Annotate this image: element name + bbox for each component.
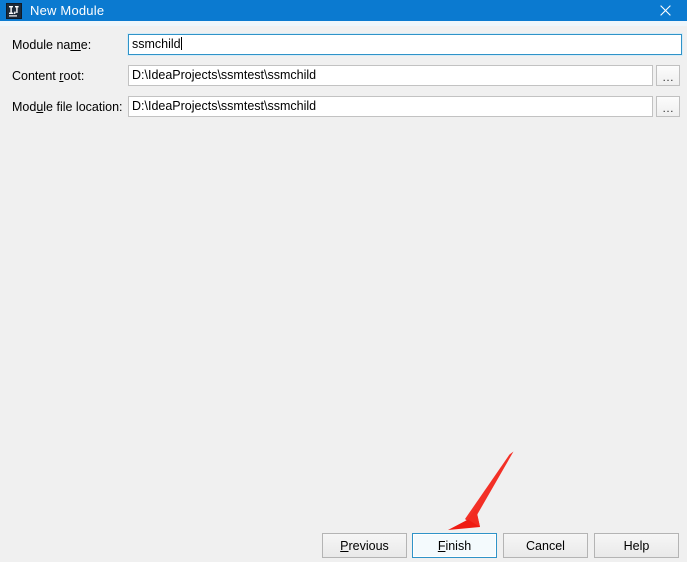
module-file-location-input[interactable]: D:\IdeaProjects\ssmtest\ssmchild: [128, 96, 653, 117]
module-name-value: ssmchild: [132, 37, 181, 51]
close-icon[interactable]: [643, 0, 687, 21]
module-name-label: Module name:: [12, 38, 92, 52]
form-row-module-file-location: Module file location: D:\IdeaProjects\ss…: [0, 96, 687, 118]
window-title: New Module: [30, 3, 105, 18]
content-root-browse-button[interactable]: …: [656, 65, 680, 86]
module-name-input[interactable]: ssmchild: [128, 34, 682, 55]
previous-button[interactable]: Previous: [322, 533, 407, 558]
content-root-value: D:\IdeaProjects\ssmtest\ssmchild: [132, 68, 317, 82]
titlebar-underline: [0, 21, 687, 26]
module-file-location-browse-button[interactable]: …: [656, 96, 680, 117]
dialog-button-bar: Previous Finish Cancel Help: [0, 533, 687, 558]
module-file-location-label: Module file location:: [12, 100, 123, 114]
cancel-button[interactable]: Cancel: [503, 533, 588, 558]
ellipsis-icon: …: [662, 101, 674, 115]
content-root-input[interactable]: D:\IdeaProjects\ssmtest\ssmchild: [128, 65, 653, 86]
window-titlebar: New Module: [0, 0, 687, 21]
form-row-content-root: Content root: D:\IdeaProjects\ssmtest\ss…: [0, 65, 687, 87]
finish-button[interactable]: Finish: [412, 533, 497, 558]
text-caret: [180, 37, 182, 50]
module-file-location-value: D:\IdeaProjects\ssmtest\ssmchild: [132, 99, 317, 113]
ellipsis-icon: …: [662, 70, 674, 84]
form-row-module-name: Module name: ssmchild: [0, 34, 687, 56]
content-root-label: Content root:: [12, 69, 85, 83]
help-button[interactable]: Help: [594, 533, 679, 558]
intellij-idea-icon: [6, 2, 22, 19]
